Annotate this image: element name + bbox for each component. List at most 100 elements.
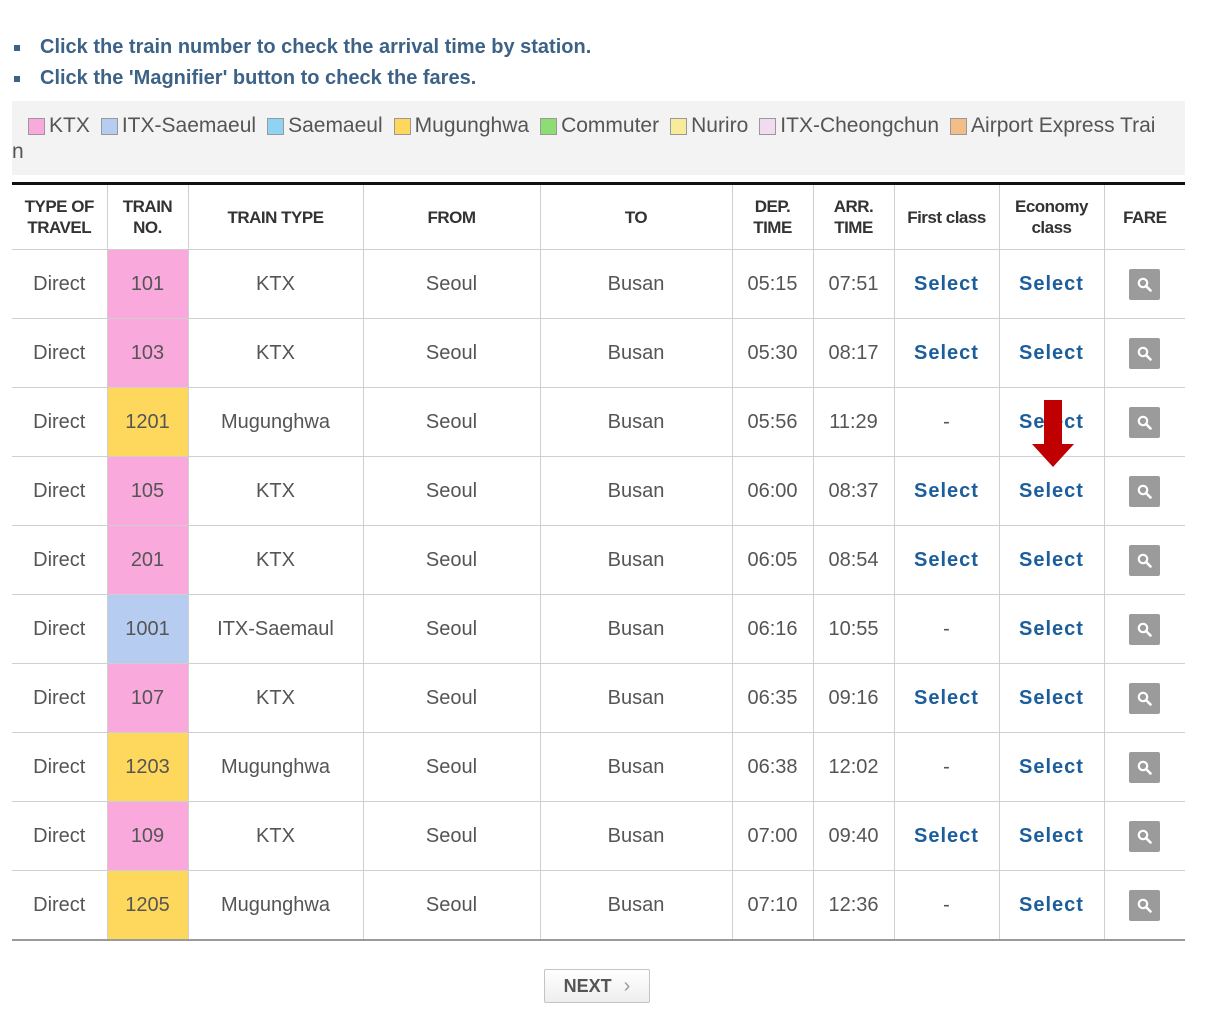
header-fare: FARE — [1103, 183, 1185, 250]
header-train-type: TRAIN TYPE — [187, 183, 363, 250]
train-type-legend: KTX ITX-Saemaeul Saemaeul Mugunghwa Commuter… — [12, 101, 1185, 175]
magnifier-icon[interactable] — [1129, 544, 1161, 576]
legend-wrap-text: n — [12, 140, 24, 163]
cell-train-type: KTX — [187, 801, 363, 871]
first-class-select-link[interactable]: Select — [914, 549, 979, 571]
first-class-unavailable: - — [943, 893, 950, 916]
economy-class-select-link[interactable]: Select — [1019, 618, 1084, 640]
cell-arr-time: 12:02 — [812, 732, 894, 802]
economy-class-select-link[interactable]: Select — [1019, 894, 1084, 916]
magnifier-icon[interactable] — [1129, 475, 1161, 507]
first-class-select-link[interactable]: Select — [914, 480, 979, 502]
cell-arr-time: 11:29 — [812, 387, 894, 457]
cell-dep-time: 06:16 — [731, 594, 813, 664]
legend-swatch — [670, 117, 688, 135]
first-class-select-link[interactable]: Select — [914, 687, 979, 709]
cell-economy-class: Select — [998, 318, 1104, 388]
note-item: Click the 'Magnifier' button to check th… — [12, 63, 1182, 94]
cell-to: Busan — [539, 249, 732, 319]
legend-label: Mugunghwa — [414, 114, 530, 137]
cell-to: Busan — [539, 318, 732, 388]
legend-label: Nuriro — [691, 114, 749, 137]
cell-fare — [1103, 387, 1185, 457]
note-text: Click the 'Magnifier' button to check th… — [40, 67, 477, 89]
cell-dep-time: 06:38 — [731, 732, 813, 802]
economy-class-select-link[interactable]: Select — [1019, 480, 1084, 502]
cell-economy-class: Select — [998, 870, 1104, 940]
table-row: Direct 101 KTX Seoul Busan 05:15 07:51 Select Se… — [12, 249, 1185, 319]
cell-to: Busan — [539, 870, 732, 940]
magnifier-icon[interactable] — [1129, 820, 1161, 852]
first-class-select-link[interactable]: Select — [914, 273, 979, 295]
cell-from: Seoul — [362, 594, 540, 664]
economy-class-select-link[interactable]: Select — [1019, 273, 1084, 295]
legend-item: Saemaeul — [267, 114, 383, 138]
cell-dep-time: 05:30 — [731, 318, 813, 388]
cell-train-type: Mugunghwa — [187, 870, 363, 940]
cell-first-class: Select — [893, 801, 999, 871]
train-number-link[interactable]: 109 — [106, 801, 188, 871]
first-class-unavailable: - — [943, 755, 950, 778]
magnifier-icon[interactable] — [1129, 613, 1161, 645]
train-number-link[interactable]: 1203 — [106, 732, 188, 802]
train-number-link[interactable]: 201 — [106, 525, 188, 595]
economy-class-select-link[interactable]: Select — [1019, 756, 1084, 778]
first-class-unavailable: - — [943, 410, 950, 433]
cell-dep-time: 06:00 — [731, 456, 813, 526]
legend-label: Airport Express Trai — [971, 114, 1156, 137]
train-number-link[interactable]: 107 — [106, 663, 188, 733]
legend-swatch — [393, 117, 411, 135]
table-row: Direct 105 KTX Seoul Busan 06:00 08:37 Select Se… — [12, 456, 1185, 526]
magnifier-icon[interactable] — [1129, 889, 1161, 921]
economy-class-select-link[interactable]: Select — [1019, 342, 1084, 364]
cell-economy-class: Select — [998, 525, 1104, 595]
legend-row: KTX ITX-Saemaeul Saemaeul Mugunghwa Commuter… — [28, 114, 1166, 138]
cell-type-of-travel: Direct — [12, 663, 107, 733]
cell-to: Busan — [539, 732, 732, 802]
cell-economy-class: Select — [998, 801, 1104, 871]
economy-class-select-link[interactable]: Select — [1019, 687, 1084, 709]
magnifier-icon[interactable] — [1129, 751, 1161, 783]
magnifier-icon[interactable] — [1129, 268, 1161, 300]
note-item: Click the train number to check the arri… — [12, 32, 1182, 63]
cell-arr-time: 09:40 — [812, 801, 894, 871]
cell-first-class: Select — [893, 456, 999, 526]
train-number-link[interactable]: 103 — [106, 318, 188, 388]
magnifier-icon[interactable] — [1129, 337, 1161, 369]
train-number-link[interactable]: 1001 — [106, 594, 188, 664]
cell-type-of-travel: Direct — [12, 318, 107, 388]
economy-class-select-link[interactable]: Select — [1019, 549, 1084, 571]
cell-dep-time: 07:10 — [731, 870, 813, 940]
table-row: Direct 1205 Mugunghwa Seoul Busan 07:10 12:36 -… — [12, 870, 1185, 940]
cell-to: Busan — [539, 525, 732, 595]
cell-train-type: ITX-Saemaul — [187, 594, 363, 664]
magnifier-icon[interactable] — [1129, 682, 1161, 714]
legend-item: Mugunghwa — [393, 114, 530, 138]
train-number-link[interactable]: 1201 — [106, 387, 188, 457]
next-button[interactable]: NEXT › — [544, 969, 650, 1003]
cell-train-type: KTX — [187, 318, 363, 388]
cell-type-of-travel: Direct — [12, 456, 107, 526]
first-class-select-link[interactable]: Select — [914, 825, 979, 847]
table-row: Direct 1201 Mugunghwa Seoul Busan 05:56 11:29 -… — [12, 387, 1185, 457]
train-number-link[interactable]: 1205 — [106, 870, 188, 940]
first-class-unavailable: - — [943, 617, 950, 640]
bullet-icon — [14, 44, 20, 51]
legend-item: Commuter — [540, 114, 659, 138]
economy-class-select-link[interactable]: Select — [1019, 825, 1084, 847]
cell-from: Seoul — [362, 456, 540, 526]
legend-label: KTX — [49, 114, 90, 137]
train-number-link[interactable]: 101 — [106, 249, 188, 319]
magnifier-icon[interactable] — [1129, 406, 1161, 438]
cell-from: Seoul — [362, 870, 540, 940]
first-class-select-link[interactable]: Select — [914, 342, 979, 364]
cell-from: Seoul — [362, 663, 540, 733]
cell-arr-time: 08:37 — [812, 456, 894, 526]
bullet-icon — [14, 75, 20, 82]
legend-swatch — [950, 117, 968, 135]
cell-type-of-travel: Direct — [12, 732, 107, 802]
train-number-link[interactable]: 105 — [106, 456, 188, 526]
cell-type-of-travel: Direct — [12, 525, 107, 595]
legend-item: Airport Express Trai — [950, 114, 1155, 138]
instruction-notes: Click the train number to check the arri… — [12, 32, 1182, 94]
